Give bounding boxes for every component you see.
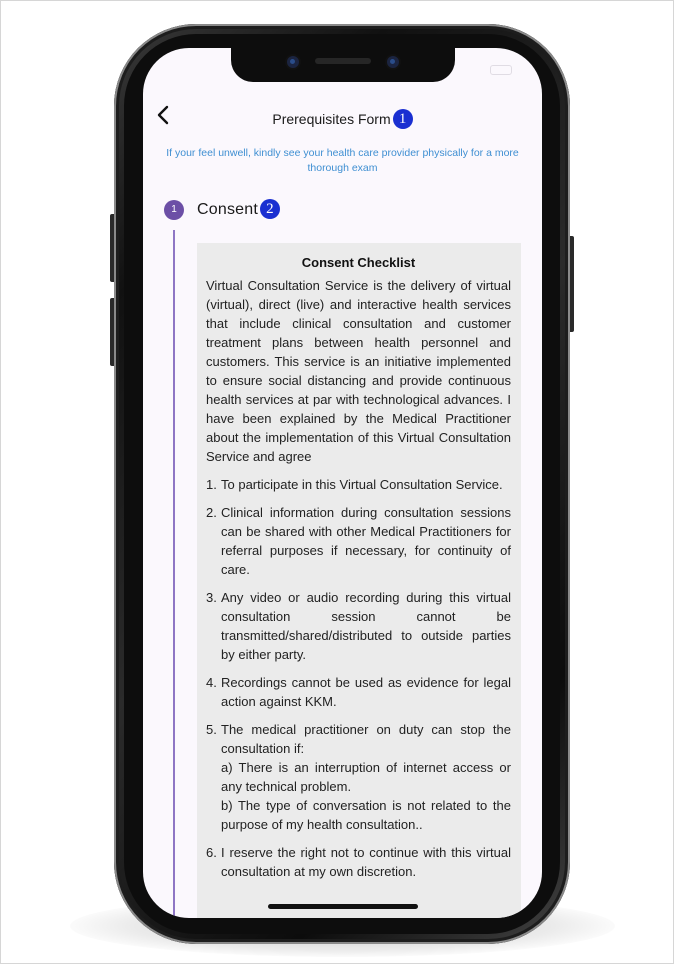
health-notice: If your feel unwell, kindly see your hea… [166, 147, 519, 174]
step-number: 1 [164, 200, 184, 220]
consent-subitem-b: b) The type of conversation is not relat… [221, 798, 511, 832]
notch [231, 48, 455, 82]
front-camera-icon [287, 56, 299, 68]
home-indicator[interactable] [268, 904, 418, 909]
page-title-text: Prerequisites Form [272, 111, 391, 127]
phone-screen: Prerequisites Form 1 If your feel unwell,… [143, 48, 542, 918]
consent-item: 2. Clinical information during consultati… [206, 505, 511, 577]
battery-icon [490, 65, 512, 75]
stepper-connector [173, 230, 175, 918]
earpiece-speaker [315, 58, 371, 64]
consent-item: 3. Any video or audio recording during th… [206, 590, 511, 662]
consent-intro: Virtual Consultation Service is the deli… [206, 278, 511, 464]
annotation-badge-1: 1 [392, 109, 413, 129]
consent-item: 4. Recordings cannot be used as evidence … [206, 675, 511, 709]
consent-list: 1. To participate in this Virtual Consult… [206, 475, 511, 881]
page-title: Prerequisites Form 1 [143, 109, 542, 129]
step-label[interactable]: Consent 2 [197, 199, 280, 219]
step-label-text: Consent [197, 201, 258, 218]
app-header: Prerequisites Form 1 [143, 100, 542, 130]
consent-checklist-card: Consent Checklist Virtual Consultation S… [197, 243, 521, 918]
sensor-icon [387, 56, 399, 68]
annotation-badge-2: 2 [260, 199, 280, 219]
consent-item: 6. I reserve the right not to continue wi… [206, 845, 511, 879]
consent-subitem-a: a) There is an interruption of internet … [221, 760, 511, 794]
consent-checklist-title: Consent Checklist [301, 255, 416, 270]
consent-item: 5. The medical practitioner on duty can s… [206, 722, 511, 832]
consent-item: 1. To participate in this Virtual Consult… [206, 477, 503, 492]
